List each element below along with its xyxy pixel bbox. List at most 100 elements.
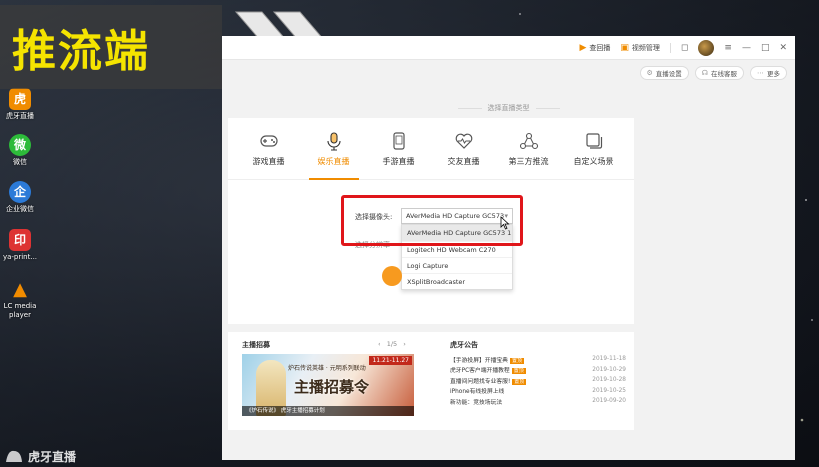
overlay-banner: 推流端 — [0, 5, 222, 89]
news-date: 2019-11-18 — [592, 356, 626, 362]
news-item[interactable]: 虎牙PC客户端开播教程 置顶 2019-10-29 — [450, 365, 626, 375]
vlc-cone-icon: ▲ — [13, 278, 27, 300]
desktop-icon-huya[interactable]: 虎 虎牙直播 — [0, 88, 40, 121]
maximize-icon[interactable]: □ — [761, 43, 770, 53]
tab-label: 手游直播 — [382, 157, 415, 166]
promo-caption: 《炉石传说》 虎牙主播招募计划 — [242, 406, 414, 416]
highlight-box — [341, 195, 523, 246]
desktop-icon-wechat[interactable]: 微 微信 — [0, 134, 40, 167]
wecom-app-icon: 企 — [9, 181, 31, 203]
desktop-icon-vlc[interactable]: ▲ LC media player — [0, 278, 40, 320]
tab-dating-live[interactable]: 交友直播 — [435, 118, 493, 179]
promo-subtitle: 炉石传说英雄 · 元明系列联动 — [288, 365, 366, 372]
recruit-pager[interactable]: ‹ 1/5 › — [378, 340, 406, 348]
tab-third-party-push[interactable]: 第三方推流 — [500, 118, 558, 179]
pin-badge: 置顶 — [511, 368, 526, 374]
news-item[interactable]: iPhone有线投屏上线 2019-10-25 — [450, 386, 626, 396]
minimize-icon[interactable]: — — [742, 43, 751, 53]
playback-label: 查回播 — [589, 43, 611, 52]
desktop-icon-print[interactable]: 印 ya-print... — [0, 229, 40, 262]
video-icon: ▣ — [620, 42, 629, 53]
tab-label: 第三方推流 — [508, 157, 549, 166]
more-label: 更多 — [767, 70, 780, 78]
print-app-icon: 印 — [9, 229, 31, 251]
news-text: 虎牙PC客户端开播教程 — [450, 368, 510, 374]
news-date: 2019-10-28 — [592, 377, 626, 383]
desktop-icon-label: 企业微信 — [6, 205, 34, 213]
news-item[interactable]: 新功能：竞技场玩法 2019-09-20 — [450, 396, 626, 406]
more-icon: ⋯ — [757, 69, 764, 77]
close-icon[interactable]: ✕ — [779, 43, 787, 53]
camera-option[interactable]: XSplitBroadcaster — [402, 273, 512, 289]
avatar[interactable] — [698, 39, 715, 56]
desktop-icon-label: 虎牙直播 — [6, 112, 34, 120]
gear-icon: ⚙ — [646, 69, 653, 77]
news-text: 直播间问题找专业客服! — [450, 378, 511, 385]
live-settings-button[interactable]: ⚙ 直播设置 — [639, 66, 689, 80]
video-manage-button[interactable]: ▣ 视频管理 — [620, 43, 660, 53]
huya-app-icon: 虎 — [9, 88, 31, 110]
tab-label: 自定义场景 — [573, 157, 614, 166]
camera-option[interactable]: Logi Capture — [402, 257, 512, 273]
tab-mobile-game-live[interactable]: 手游直播 — [370, 118, 428, 179]
news-title: 虎牙公告 — [450, 341, 478, 349]
online-service-label: 在线客服 — [711, 70, 737, 78]
pin-badge: 置顶 — [509, 357, 524, 364]
menu-icon[interactable]: ≡ — [724, 43, 732, 53]
playback-button[interactable]: ▶ 查回播 — [579, 43, 610, 53]
play-icon: ▶ — [579, 42, 587, 53]
mouse-cursor-icon — [500, 216, 510, 230]
tab-label: 交友直播 — [447, 157, 480, 166]
promo-date: 11.21-11.27 — [369, 356, 412, 365]
huya-logo-icon — [6, 450, 22, 462]
titlebar-divider — [669, 42, 671, 53]
tab-custom-scene[interactable]: 自定义场景 — [565, 118, 623, 179]
gamepad-icon — [259, 135, 278, 147]
chevron-right-icon[interactable]: › — [403, 340, 406, 348]
news-text: 【手游投屏】开播宝典 — [450, 357, 508, 364]
tab-game-live[interactable]: 游戏直播 — [240, 118, 298, 179]
chevron-left-icon[interactable]: ‹ — [378, 340, 381, 348]
tab-label: 娱乐直播 — [317, 157, 350, 166]
pin-badge: 置顶 — [512, 378, 527, 385]
news-item[interactable]: 直播间问题找专业客服! 置顶 2019-10-28 — [450, 375, 626, 385]
wechat-app-icon: 微 — [9, 134, 31, 156]
news-date: 2019-10-25 — [592, 387, 626, 394]
live-type-panel: 游戏直播 娱乐直播 手游直播 交友直播 第三方推流 自定义场景 选择摄像头: 选… — [228, 118, 634, 324]
desktop-icon-label: LC media player — [3, 302, 37, 319]
tab-label: 游戏直播 — [252, 157, 285, 166]
microphone-icon — [326, 132, 341, 151]
news-text: iPhone有线投屏上线 — [450, 389, 505, 395]
bottom-panel: 主播招募 ‹ 1/5 › 11.21-11.27 炉石传说英雄 · 元明系列联动… — [228, 332, 634, 430]
desktop-icon-label: 微信 — [13, 158, 27, 166]
start-live-button[interactable] — [382, 266, 402, 286]
section-title: 选择直播类型 — [222, 103, 795, 113]
layers-icon — [585, 133, 602, 149]
banner-title: 推流端 — [12, 26, 150, 77]
live-settings-label: 直播设置 — [655, 70, 682, 78]
desktop-icon-label: ya-print... — [2, 253, 38, 261]
recruit-title: 主播招募 — [242, 341, 270, 349]
secondary-toolbar: ⚙ 直播设置 ☊ 在线客服 ⋯ 更多 — [634, 66, 787, 80]
news-list: 【手游投屏】开播宝典 置顶 2019-11-18 虎牙PC客户端开播教程 置顶 20… — [450, 354, 626, 407]
more-button[interactable]: ⋯ 更多 — [750, 66, 787, 80]
news-item[interactable]: 【手游投屏】开播宝典 置顶 2019-11-18 — [450, 354, 626, 364]
phone-icon — [392, 132, 405, 150]
pager-text: 1/5 — [386, 340, 398, 348]
recruit-banner[interactable]: 11.21-11.27 炉石传说英雄 · 元明系列联动 主播招募令 《炉石传说》… — [242, 354, 414, 416]
video-manage-label: 视频管理 — [631, 43, 660, 52]
message-icon[interactable]: ◻ — [681, 43, 688, 53]
watermark-text: 虎牙直播 — [28, 449, 77, 464]
desktop-icon-wecom[interactable]: 企 企业微信 — [0, 181, 40, 214]
window-titlebar: ▶ 查回播 ▣ 视频管理 ◻ ≡ — □ ✕ — [222, 36, 795, 60]
news-text: 新功能：竞技场玩法 — [450, 399, 503, 406]
promo-title: 主播招募令 — [294, 378, 370, 396]
live-type-tabs: 游戏直播 娱乐直播 手游直播 交友直播 第三方推流 自定义场景 — [228, 118, 634, 180]
news-date: 2019-10-29 — [592, 366, 626, 373]
huya-app-window: ▶ 查回播 ▣ 视频管理 ◻ ≡ — □ ✕ ⚙ 直播设置 ☊ 在线客服 ⋯ 更… — [222, 36, 795, 460]
share-nodes-icon — [519, 132, 538, 150]
online-service-button[interactable]: ☊ 在线客服 — [694, 66, 744, 80]
heart-pulse-icon — [455, 133, 472, 149]
tab-entertainment-live[interactable]: 娱乐直播 — [305, 118, 363, 180]
headset-icon: ☊ — [701, 69, 708, 77]
